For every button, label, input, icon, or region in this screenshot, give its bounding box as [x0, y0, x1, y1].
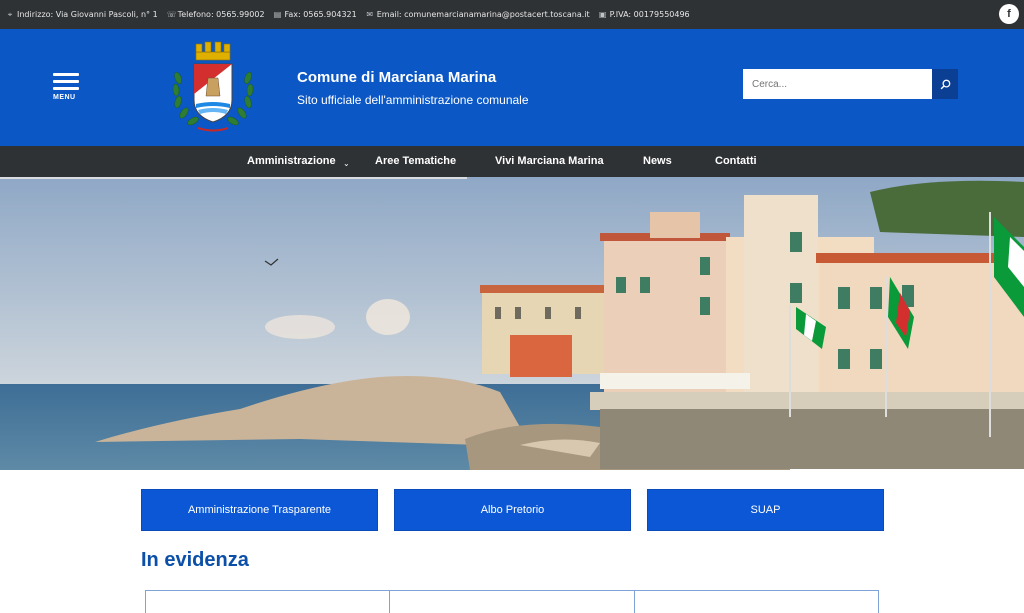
main-nav: Amministrazione ⌄ Aree Tematiche Vivi Ma… [0, 146, 1024, 177]
fax-info: ▤ Fax: 0565.904321 [274, 10, 357, 19]
search-button[interactable] [932, 69, 958, 99]
email-icon: ✉ [366, 9, 374, 19]
hamburger-icon-bar-3 [53, 87, 79, 90]
nav-item-aree-tematiche[interactable]: Aree Tematiche [375, 146, 456, 177]
hero-image [0, 177, 1024, 470]
site-title[interactable]: Comune di Marciana Marina [297, 69, 496, 86]
site-header: MENU Comune di Marciana Marina Sito uffi… [0, 29, 1024, 146]
site-subtitle: Sito ufficiale dell'amministrazione comu… [297, 93, 529, 107]
search-icon [940, 79, 950, 89]
email-info[interactable]: ✉ Email: comunemarcianamarina@postacert.t… [366, 9, 590, 19]
address-info: ⌖ Indirizzo: Via Giovanni Pascoli, n° 1 [6, 10, 158, 19]
address-text: Indirizzo: Via Giovanni Pascoli, n° 1 [17, 10, 158, 19]
search-form [743, 69, 958, 99]
phone-info[interactable]: ☏ Telefono: 0565.99002 [167, 10, 265, 19]
vat-text: P.IVA: 00179550496 [609, 10, 690, 19]
fax-icon: ▤ [273, 9, 282, 19]
nav-item-contatti[interactable]: Contatti [715, 146, 757, 177]
phone-icon: ☏ [166, 9, 177, 19]
facebook-icon[interactable]: f [999, 4, 1019, 24]
fax-text: Fax: 0565.904321 [284, 10, 357, 19]
harbor-photo [0, 177, 1024, 470]
phone-text[interactable]: Telefono: 0565.99002 [178, 10, 265, 19]
top-info-bar: ⌖ Indirizzo: Via Giovanni Pascoli, n° 1 ☏… [0, 0, 1024, 29]
chevron-down-icon[interactable]: ⌄ [343, 159, 350, 168]
nav-item-amministrazione[interactable]: Amministrazione [247, 146, 336, 177]
highlight-card[interactable] [390, 591, 635, 613]
link-suap[interactable]: SUAP [647, 489, 884, 531]
menu-label: MENU [53, 94, 76, 101]
crest-logo[interactable] [168, 38, 258, 138]
location-icon: ⌖ [7, 9, 13, 19]
email-text[interactable]: Email: comunemarcianamarina@postacert.to… [377, 10, 590, 19]
highlight-card[interactable] [146, 591, 391, 613]
nav-item-news[interactable]: News [643, 146, 672, 177]
vat-info: ▣ P.IVA: 00179550496 [599, 10, 690, 19]
hamburger-icon [53, 73, 79, 76]
search-input[interactable] [743, 69, 932, 99]
highlights-cards [145, 590, 879, 613]
link-amministrazione-trasparente[interactable]: Amministrazione Trasparente [141, 489, 378, 531]
hamburger-icon-bar-2 [53, 80, 79, 83]
menu-button[interactable]: MENU [53, 73, 79, 101]
vat-icon: ▣ [598, 9, 607, 19]
nav-item-vivi-marciana-marina[interactable]: Vivi Marciana Marina [495, 146, 604, 177]
section-title: In evidenza [141, 549, 249, 571]
link-albo-pretorio[interactable]: Albo Pretorio [394, 489, 631, 531]
highlight-card[interactable] [635, 591, 878, 613]
